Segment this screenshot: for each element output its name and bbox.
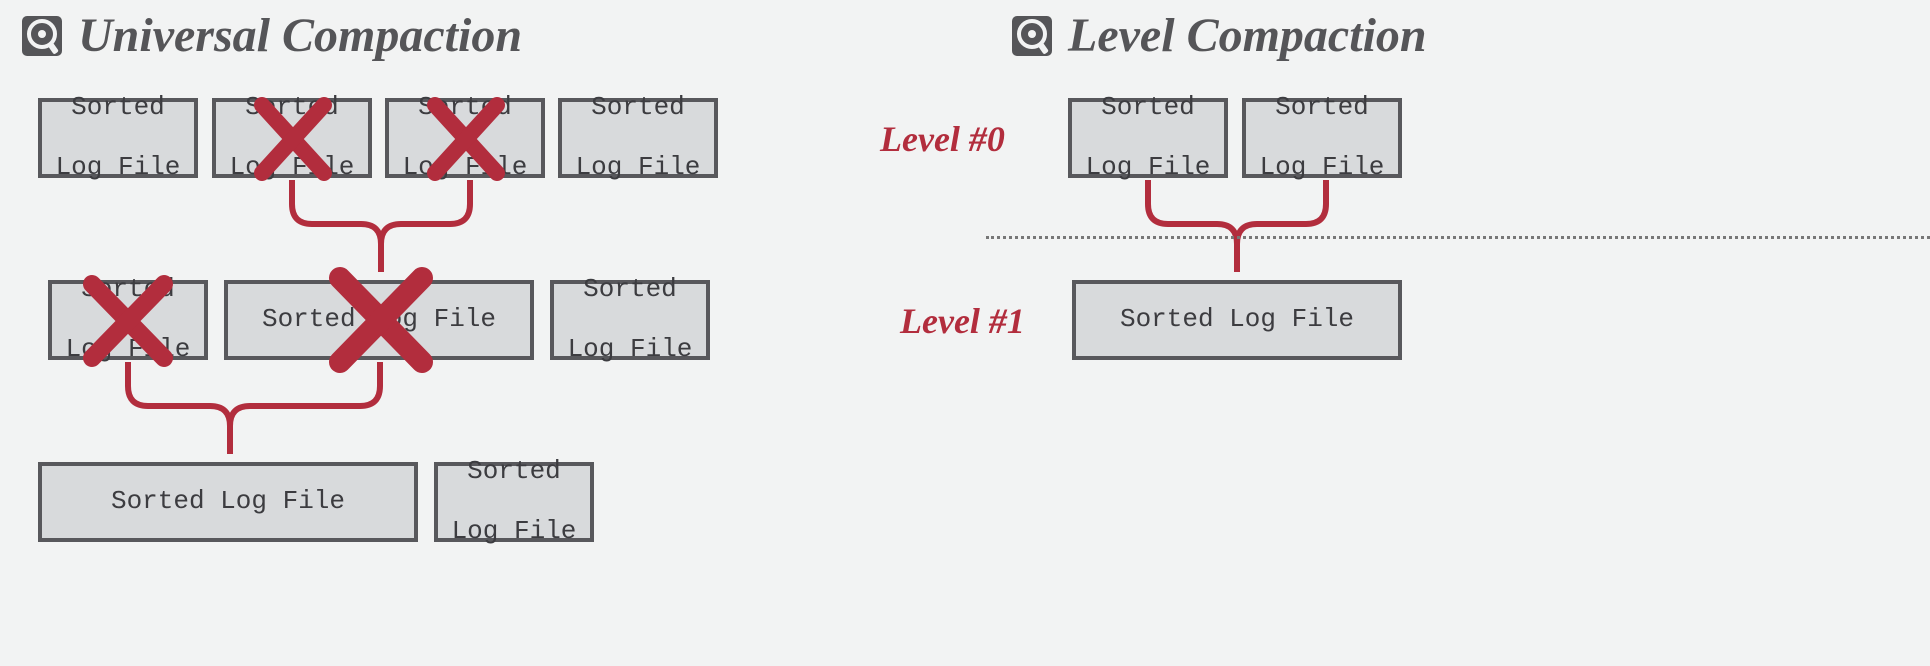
file-box: Sorted Log File (38, 462, 418, 542)
file-label-line2: Log File (1260, 153, 1385, 183)
merge-bracket (232, 180, 530, 272)
file-label-line1: Sorted (452, 457, 577, 487)
disk-icon (1010, 14, 1054, 58)
file-label-line1: Sorted (66, 275, 191, 305)
file-label-line1: Sorted (403, 93, 528, 123)
file-label-line2: Log File (230, 153, 355, 183)
file-box: SortedLog File (212, 98, 372, 178)
file-label-line1: Sorted (1086, 93, 1211, 123)
merge-bracket (70, 362, 400, 454)
diagram-root: Universal Compaction Level Compaction So… (0, 0, 1930, 666)
file-label-line1: Sorted (1260, 93, 1385, 123)
file-box: Sorted Log File (224, 280, 534, 360)
file-box: SortedLog File (550, 280, 710, 360)
level-divider (986, 236, 1930, 239)
level-0-label: Level #0 (880, 118, 1005, 160)
file-label-line2: Log File (452, 517, 577, 547)
file-label: Sorted Log File (262, 305, 496, 335)
file-label-line2: Log File (1086, 153, 1211, 183)
title-universal: Universal Compaction (20, 8, 522, 63)
file-label-line2: Log File (568, 335, 693, 365)
file-label-line1: Sorted (568, 275, 693, 305)
file-box: SortedLog File (38, 98, 198, 178)
file-box: SortedLog File (1068, 98, 1228, 178)
file-box: Sorted Log File (1072, 280, 1402, 360)
title-level-text: Level Compaction (1068, 8, 1427, 63)
title-level: Level Compaction (1010, 8, 1427, 63)
file-label-line2: Log File (66, 335, 191, 365)
title-universal-text: Universal Compaction (78, 8, 522, 63)
file-label-line1: Sorted (576, 93, 701, 123)
file-label-line2: Log File (403, 153, 528, 183)
merge-bracket (1088, 180, 1386, 272)
file-label: Sorted Log File (111, 487, 345, 517)
file-label-line1: Sorted (230, 93, 355, 123)
file-box: SortedLog File (48, 280, 208, 360)
file-box: SortedLog File (434, 462, 594, 542)
file-box: SortedLog File (385, 98, 545, 178)
file-label: Sorted Log File (1120, 305, 1354, 335)
file-label-line2: Log File (56, 153, 181, 183)
file-box: SortedLog File (1242, 98, 1402, 178)
file-label-line1: Sorted (56, 93, 181, 123)
disk-icon (20, 14, 64, 58)
level-1-label: Level #1 (900, 300, 1025, 342)
file-box: SortedLog File (558, 98, 718, 178)
file-label-line2: Log File (576, 153, 701, 183)
